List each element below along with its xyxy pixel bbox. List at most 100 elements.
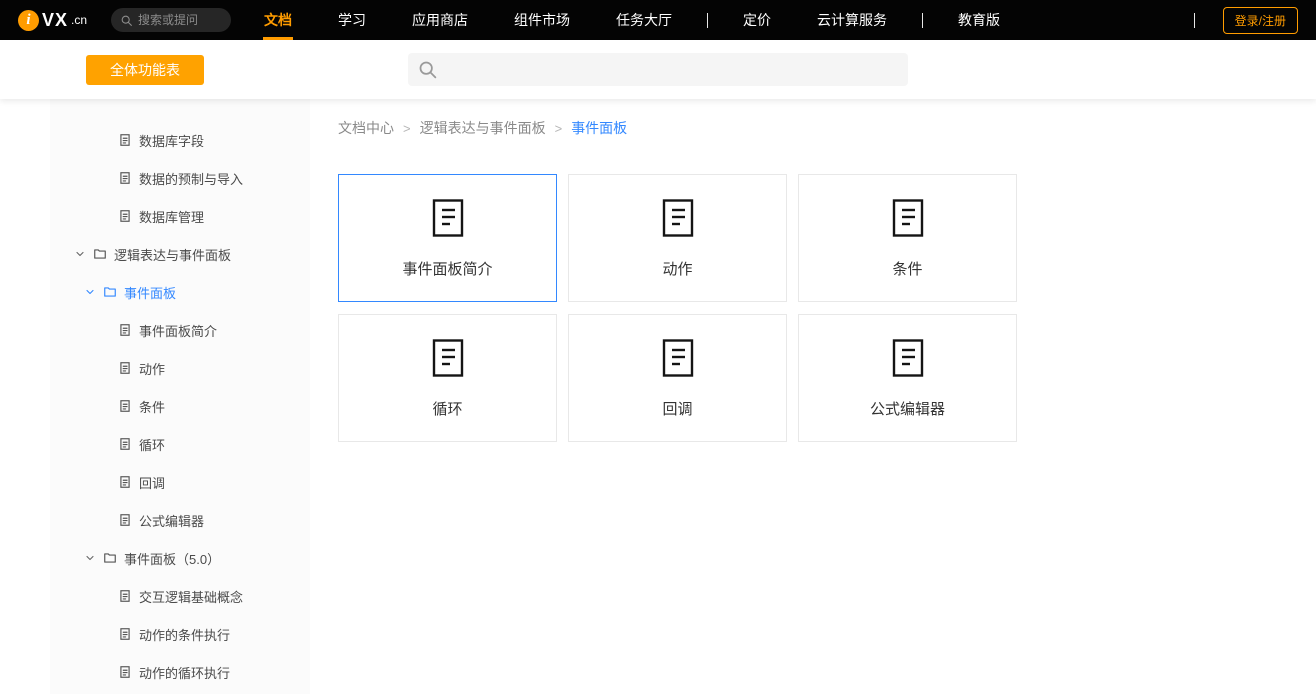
sidebar-doc-item[interactable]: 条件 bbox=[50, 387, 310, 425]
sidebar-doc-item[interactable]: 回调 bbox=[50, 463, 310, 501]
sidebar-item-label: 数据库字段 bbox=[139, 133, 205, 149]
sidebar: 数据库字段数据的预制与导入数据库管理逻辑表达与事件面板事件面板事件面板简介 动作条… bbox=[50, 99, 310, 694]
card-label: 动作 bbox=[662, 260, 693, 278]
sidebar-folder-item[interactable]: 逻辑表达与事件面板 bbox=[50, 235, 310, 273]
sidebar-item-label: 循环 bbox=[139, 437, 166, 453]
doc-icon bbox=[118, 209, 132, 223]
nav-divider bbox=[922, 12, 924, 28]
file-text-icon bbox=[891, 198, 925, 238]
sidebar-item-label: 逻辑表达与事件面板 bbox=[114, 247, 232, 263]
topnav-right: 登录/注册 bbox=[1182, 6, 1298, 34]
sidebar-item-label: 动作 bbox=[139, 361, 166, 377]
file-text-icon bbox=[661, 198, 695, 238]
sidebar-doc-item[interactable]: 动作 bbox=[50, 349, 310, 387]
sidebar-item-label: 回调 bbox=[139, 475, 166, 491]
folder-icon bbox=[103, 551, 117, 565]
folder-icon bbox=[93, 247, 107, 261]
nav-divider bbox=[1193, 12, 1195, 28]
doc-icon bbox=[118, 133, 132, 147]
login-register-button[interactable]: 登录/注册 bbox=[1222, 6, 1298, 34]
sidebar-tree: 数据库字段数据的预制与导入数据库管理逻辑表达与事件面板事件面板事件面板简介 动作条… bbox=[50, 121, 310, 691]
doc-icon bbox=[118, 589, 132, 603]
chevron-down-icon bbox=[84, 286, 96, 298]
breadcrumb-item[interactable]: 逻辑表达与事件面板 bbox=[420, 118, 546, 138]
file-text-icon bbox=[891, 338, 925, 378]
nav-search-input[interactable] bbox=[138, 13, 223, 27]
doc-icon bbox=[118, 513, 132, 527]
sidebar-doc-item[interactable]: 循环 bbox=[50, 425, 310, 463]
doc-icon bbox=[118, 361, 132, 375]
doc-card[interactable]: 动作 bbox=[568, 174, 787, 302]
sidebar-item-label: 条件 bbox=[139, 399, 166, 415]
sidebar-item-label: 事件面板简介 bbox=[139, 323, 218, 339]
all-features-button[interactable]: 全体功能表 bbox=[86, 55, 204, 85]
file-text-icon bbox=[431, 338, 465, 378]
breadcrumb-item[interactable]: 文档中心 bbox=[338, 118, 394, 138]
nav-item-3[interactable]: 组件市场 bbox=[491, 0, 593, 40]
sidebar-item-label: 交互逻辑基础概念 bbox=[139, 589, 244, 605]
top-navbar: i VX .cn 文档学习应用商店组件市场任务大厅定价云计算服务教育版 登录/注… bbox=[0, 0, 1316, 40]
sidebar-doc-item[interactable]: 数据库字段 bbox=[50, 121, 310, 159]
search-icon bbox=[120, 14, 133, 27]
doc-icon bbox=[118, 437, 132, 451]
doc-card[interactable]: 循环 bbox=[338, 314, 557, 442]
sidebar-item-label: 事件面板（5.0） bbox=[124, 551, 221, 567]
sidebar-doc-item[interactable]: 动作的条件执行 bbox=[50, 615, 310, 653]
chevron-down-icon bbox=[84, 552, 96, 564]
nav-item-2[interactable]: 应用商店 bbox=[389, 0, 491, 40]
sidebar-folder-item[interactable]: 事件面板（5.0） bbox=[50, 539, 310, 577]
nav-item-6[interactable]: 定价 bbox=[720, 0, 794, 40]
doc-icon bbox=[118, 399, 132, 413]
card-label: 公式编辑器 bbox=[869, 400, 945, 418]
sidebar-doc-item[interactable]: 数据的预制与导入 bbox=[50, 159, 310, 197]
sidebar-item-label: 动作的循环执行 bbox=[139, 665, 231, 681]
file-text-icon bbox=[661, 338, 695, 378]
breadcrumb-item: 事件面板 bbox=[571, 120, 628, 136]
card-label: 条件 bbox=[892, 260, 923, 278]
doc-icon bbox=[118, 665, 132, 679]
doc-card[interactable]: 公式编辑器 bbox=[798, 314, 1017, 442]
card-label: 事件面板简介 bbox=[402, 260, 493, 278]
sidebar-doc-item[interactable]: 事件面板简介 bbox=[50, 311, 310, 349]
nav-item-1[interactable]: 学习 bbox=[315, 0, 389, 40]
nav-item-0[interactable]: 文档 bbox=[241, 0, 315, 40]
chevron-down-icon bbox=[74, 248, 86, 260]
doc-card[interactable]: 回调 bbox=[568, 314, 787, 442]
primary-nav: 文档 学习 应用商店 组件市场 任务大厅 定价 云计算服务 教育版 bbox=[241, 0, 1023, 40]
sidebar-item-label: 数据的预制与导入 bbox=[139, 171, 244, 187]
card-label: 循环 bbox=[432, 400, 463, 418]
sidebar-doc-item[interactable]: 交互逻辑基础概念 bbox=[50, 577, 310, 615]
logo-i-icon: i bbox=[18, 9, 39, 31]
breadcrumb: 文档中心 > 逻辑表达与事件面板 > 事件面板 bbox=[338, 118, 627, 138]
doc-card[interactable]: 条件 bbox=[798, 174, 1017, 302]
sidebar-item-label: 事件面板 bbox=[124, 285, 177, 301]
folder-icon bbox=[103, 285, 117, 299]
doc-icon bbox=[118, 627, 132, 641]
nav-item-9[interactable]: 教育版 bbox=[935, 0, 1023, 40]
sub-header: 全体功能表 bbox=[0, 40, 1316, 99]
sidebar-item-label: 动作的条件执行 bbox=[139, 627, 231, 643]
logo-brand-text: VX bbox=[42, 9, 69, 30]
sidebar-doc-item[interactable]: 公式编辑器 bbox=[50, 501, 310, 539]
sidebar-folder-item[interactable]: 事件面板 bbox=[50, 273, 310, 311]
nav-item-7[interactable]: 云计算服务 bbox=[794, 0, 910, 40]
content-area: 数据库字段 数据的预制与导入 数据库管理 逻辑表达与事件面板 事件面板 事件面板简介 动作条… bbox=[0, 99, 1316, 694]
search-icon bbox=[417, 59, 438, 80]
doc-icon bbox=[118, 171, 132, 185]
file-text-icon bbox=[431, 198, 465, 238]
card-grid: 事件面板简介 动作 条件循环 回调 公式编辑器 bbox=[338, 174, 1017, 442]
sidebar-doc-item[interactable]: 数据库管理 bbox=[50, 197, 310, 235]
sidebar-item-label: 公式编辑器 bbox=[139, 513, 205, 529]
nav-item-4[interactable]: 任务大厅 bbox=[593, 0, 695, 40]
main-panel: 文档中心 > 逻辑表达与事件面板 > 事件面板 事件面板简介 动作 条件 循环 回调 公式编辑器 bbox=[338, 99, 1316, 694]
card-label: 回调 bbox=[662, 400, 693, 418]
breadcrumb-separator: > bbox=[403, 120, 411, 136]
doc-search[interactable] bbox=[408, 53, 908, 86]
logo-domain-text: .cn bbox=[71, 13, 88, 27]
doc-card[interactable]: 事件面板简介 bbox=[338, 174, 557, 302]
doc-icon bbox=[118, 323, 132, 337]
nav-search[interactable] bbox=[111, 8, 232, 32]
sidebar-doc-item[interactable]: 动作的循环执行 bbox=[50, 653, 310, 691]
brand-logo[interactable]: i VX .cn bbox=[18, 9, 88, 31]
doc-search-input[interactable] bbox=[446, 61, 899, 78]
